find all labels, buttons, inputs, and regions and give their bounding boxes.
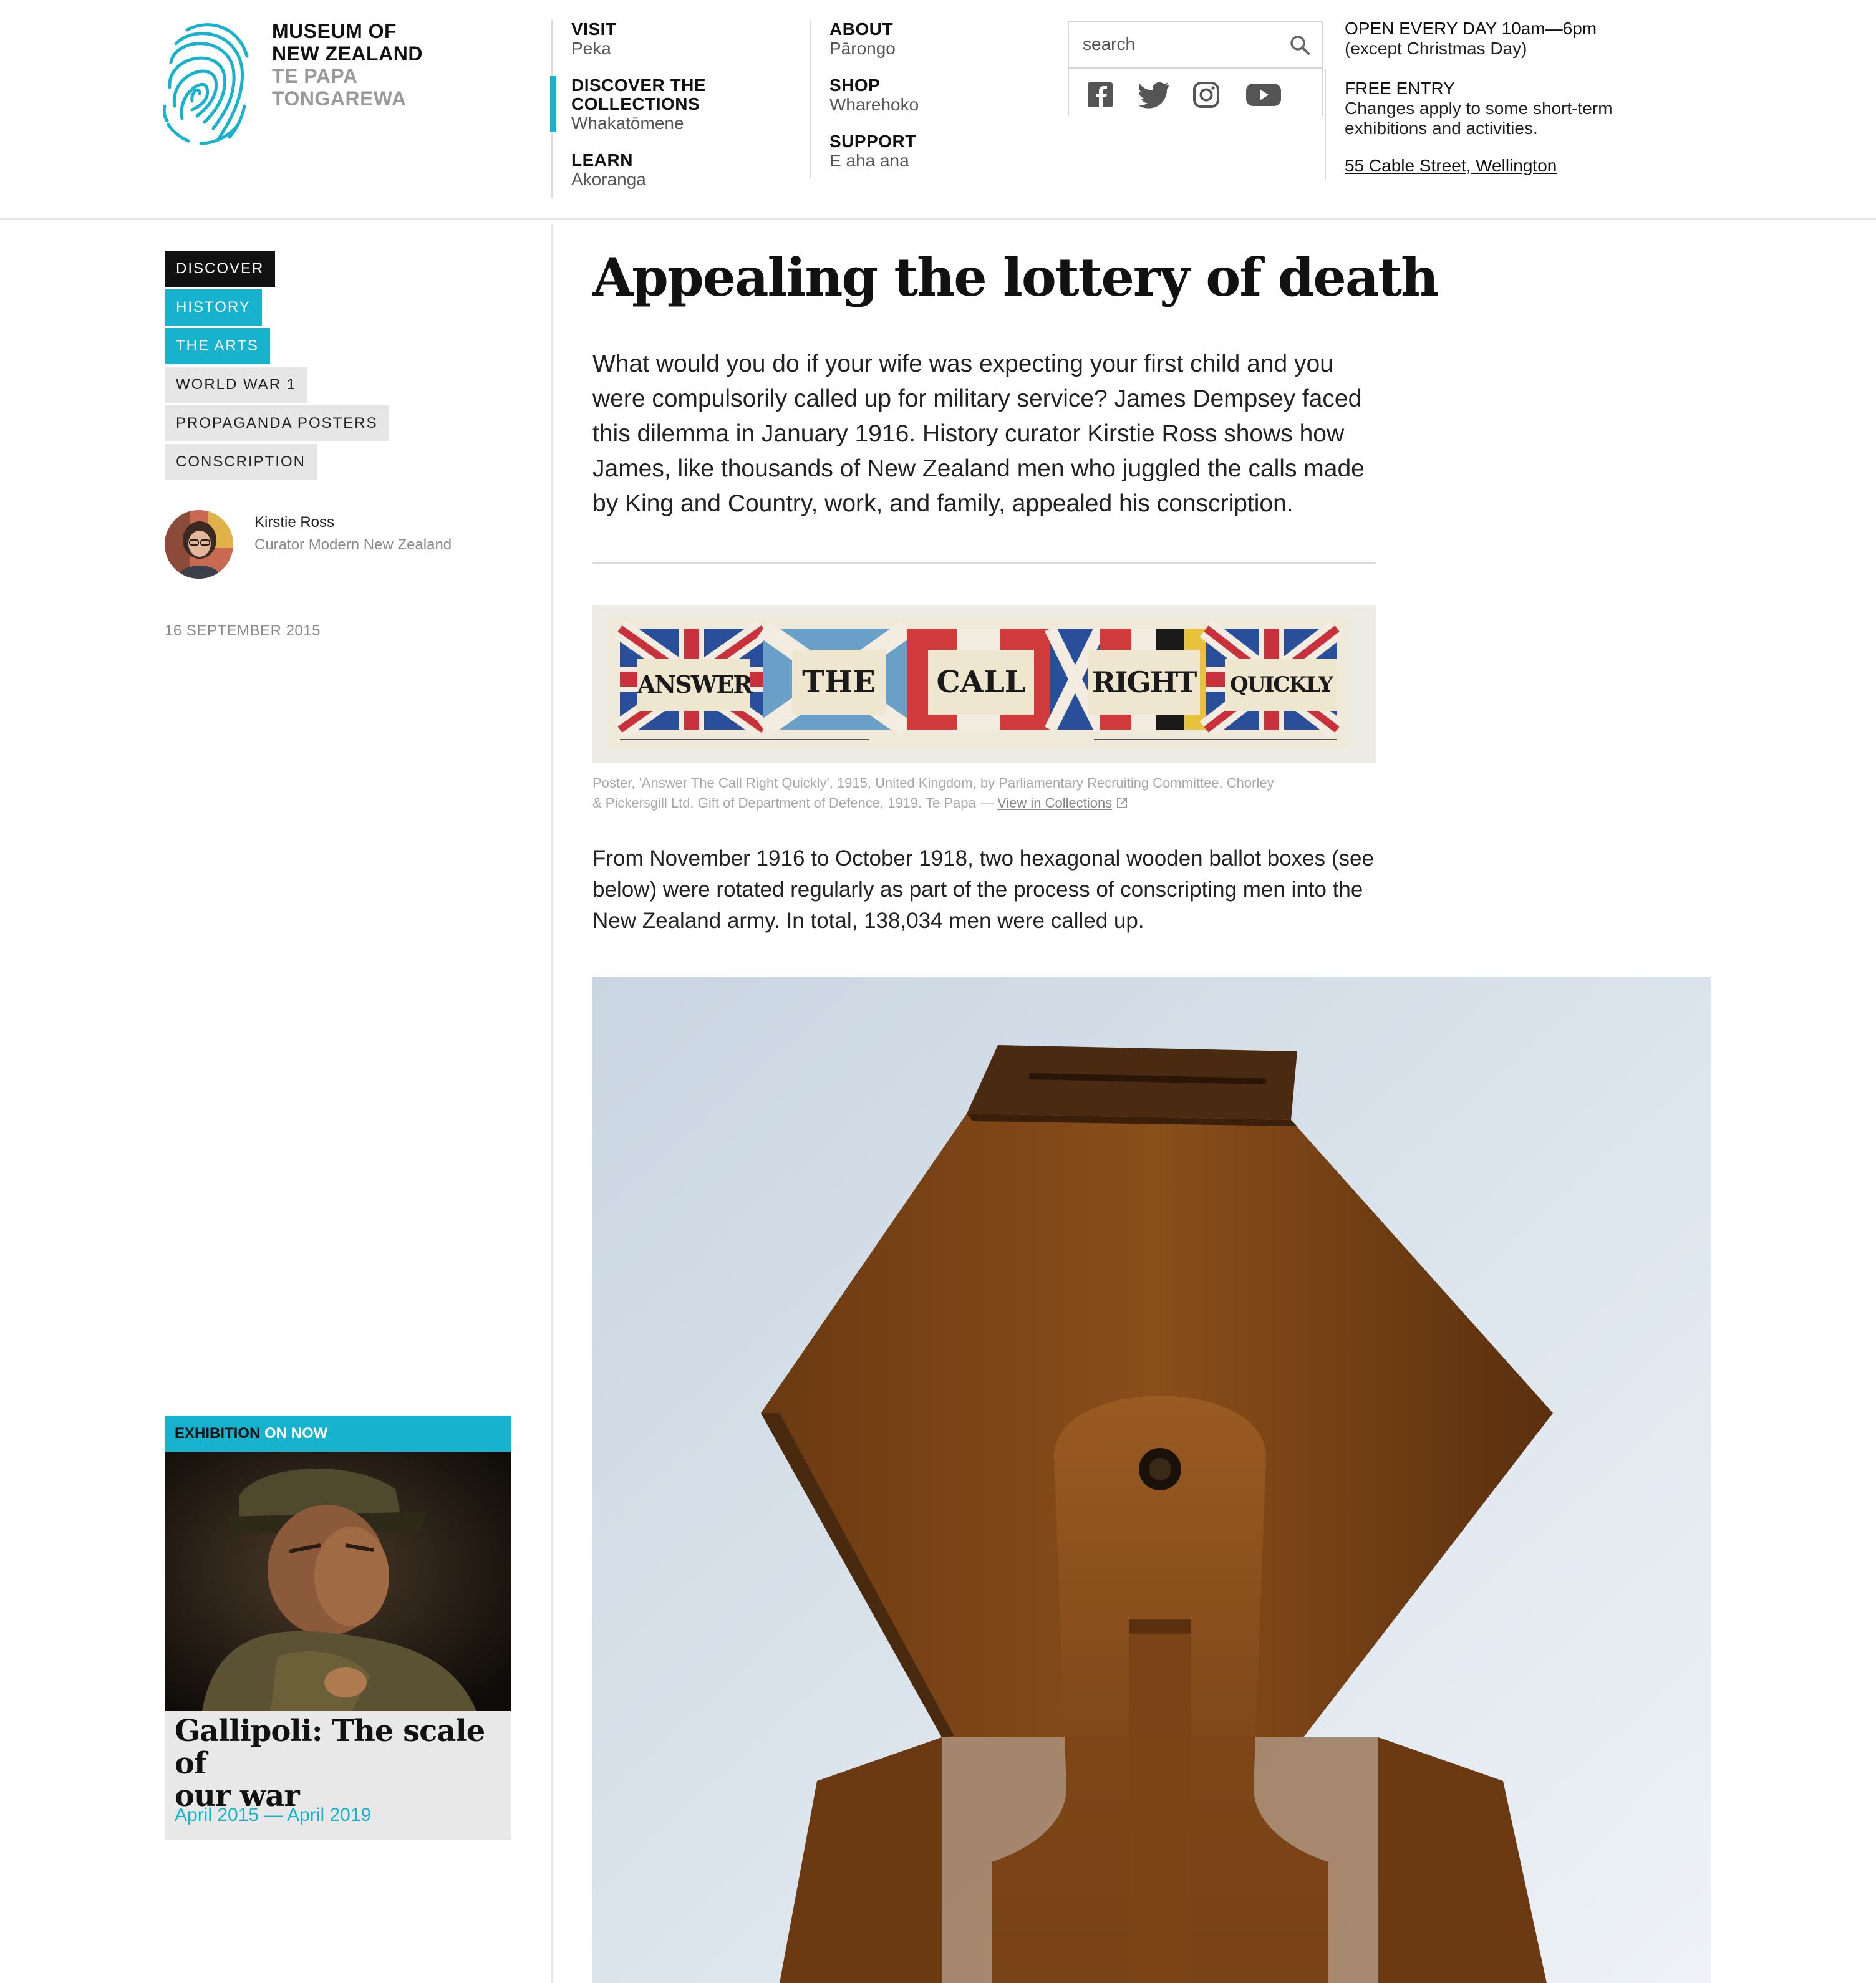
- exhibition-label: EXHIBITION ON NOW: [165, 1416, 511, 1452]
- tag-world-war-1[interactable]: WORLD WAR 1: [165, 367, 308, 403]
- nav-shop[interactable]: SHOP Wharehoko: [829, 76, 919, 115]
- youtube-icon[interactable]: [1245, 81, 1282, 109]
- opening-hours: OPEN EVERY DAY 10am—6pm (except Christma…: [1345, 19, 1597, 59]
- nav-shop-title: SHOP: [829, 75, 881, 95]
- nav-discover-title-2: COLLECTIONS: [571, 94, 700, 113]
- publish-date: 16 SEPTEMBER 2015: [165, 622, 321, 639]
- nav-support-sub: E aha ana: [829, 151, 909, 170]
- caption-line-1: Poster, 'Answer The Call Right Quickly',…: [592, 775, 1274, 791]
- nav-visit-title: VISIT: [571, 19, 617, 39]
- fingerprint-logo-icon[interactable]: [162, 19, 252, 150]
- social-links: [1068, 69, 1323, 116]
- instagram-icon[interactable]: [1192, 81, 1222, 109]
- poster-artwork: ANSWER THE CALL RIGHT QUICKLY: [607, 617, 1350, 750]
- nav-learn-title: LEARN: [571, 150, 633, 170]
- tag-propaganda-posters[interactable]: PROPAGANDA POSTERS: [165, 405, 389, 441]
- nav-learn-sub: Akoranga: [571, 170, 646, 189]
- nav-about-title: ABOUT: [829, 19, 894, 39]
- poster-word-answer: ANSWER: [637, 670, 753, 698]
- article-body-paragraph: From November 1916 to October 1918, two …: [592, 846, 1374, 933]
- article-title: Appealing the lottery of death: [592, 246, 1439, 308]
- twitter-icon[interactable]: [1139, 81, 1169, 109]
- logo-line-4: TONGAREWA: [272, 87, 407, 110]
- nav-visit[interactable]: VISIT Peka: [571, 20, 617, 59]
- entry-info: FREE ENTRY Changes apply to some short-t…: [1345, 79, 1613, 138]
- exhibition-promo-card[interactable]: EXHIBITION ON NOW Gallipoli: The scale o…: [165, 1416, 511, 1840]
- nav-divider: [810, 20, 811, 178]
- logo-wordmark[interactable]: MUSEUM OF NEW ZEALAND TE PAPA TONGAREWA: [272, 20, 459, 110]
- nav-support[interactable]: SUPPORT E aha ana: [829, 132, 916, 171]
- nav-about-sub: Pārongo: [829, 39, 896, 58]
- entry-line-2: exhibitions and activities.: [1345, 118, 1538, 138]
- tag-conscription[interactable]: CONSCRIPTION: [165, 444, 317, 480]
- poster-caption: Poster, 'Answer The Call Right Quickly',…: [592, 773, 1353, 813]
- tag-history[interactable]: HISTORY: [165, 289, 262, 326]
- tag-discover[interactable]: DISCOVER: [165, 251, 276, 287]
- poster-word-quickly: QUICKLY: [1230, 672, 1333, 697]
- ballot-box-photo[interactable]: [592, 977, 1711, 1983]
- nav-discover-sub: Whakatōmene: [571, 113, 684, 133]
- nav-shop-sub: Wharehoko: [829, 95, 919, 114]
- nav-learn[interactable]: LEARN Akoranga: [571, 151, 646, 190]
- entry-title: FREE ENTRY: [1345, 79, 1455, 98]
- article-lead: What would you do if your wife was expec…: [592, 350, 1365, 517]
- author-name[interactable]: Kirstie Ross: [254, 514, 334, 531]
- nav-visit-sub: Peka: [571, 39, 611, 58]
- column-divider: [551, 224, 553, 1983]
- exhibition-title-line-1: Gallipoli: The scale of: [175, 1714, 485, 1781]
- address-link[interactable]: 55 Cable Street, Wellington: [1345, 156, 1557, 175]
- nav-support-title: SUPPORT: [829, 132, 916, 151]
- lead-divider: [592, 562, 1376, 564]
- entry-line-1: Changes apply to some short-term: [1345, 99, 1613, 118]
- caption-line-2: & Pickersgill Ltd. Gift of Department of…: [592, 795, 997, 811]
- nav-active-indicator: [550, 76, 556, 132]
- logo-line-2: NEW ZEALAND: [272, 42, 423, 65]
- nav-discover-collections[interactable]: DISCOVER THE COLLECTIONS Whakatōmene: [571, 76, 706, 133]
- author-role: Curator Modern New Zealand: [254, 536, 452, 553]
- poster-word-the: THE: [802, 665, 876, 700]
- tag-the-arts[interactable]: THE ARTS: [165, 328, 270, 364]
- search-icon[interactable]: [1289, 34, 1311, 56]
- exhibition-image[interactable]: [165, 1452, 511, 1711]
- hours-line-2: (except Christmas Day): [1345, 39, 1527, 58]
- view-in-collections-link[interactable]: View in Collections: [997, 795, 1112, 811]
- poster-word-call: CALL: [936, 665, 1026, 700]
- address: 55 Cable Street, Wellington: [1345, 156, 1557, 176]
- exhibition-label-a: EXHIBITION: [175, 1425, 261, 1442]
- exhibition-label-b: ON NOW: [260, 1425, 328, 1442]
- external-link-icon[interactable]: [1116, 795, 1128, 811]
- nav-discover-title-1: DISCOVER THE: [571, 75, 707, 95]
- header-divider: [0, 218, 1876, 220]
- search-input[interactable]: [1069, 22, 1282, 66]
- author-avatar[interactable]: [165, 510, 233, 579]
- facebook-icon[interactable]: [1085, 81, 1115, 109]
- logo-line-1: MUSEUM OF: [272, 20, 397, 42]
- exhibition-title[interactable]: Gallipoli: The scale of our war: [175, 1715, 499, 1812]
- poster-word-right: RIGHT: [1091, 665, 1197, 699]
- info-divider: [1325, 69, 1326, 181]
- hours-line-1: OPEN EVERY DAY 10am—6pm: [1345, 19, 1597, 38]
- search-box: [1068, 21, 1323, 69]
- logo-line-3: TE PAPA: [272, 65, 358, 87]
- poster-image[interactable]: ANSWER THE CALL RIGHT QUICKLY: [592, 605, 1376, 763]
- nav-about[interactable]: ABOUT Pārongo: [829, 20, 896, 59]
- exhibition-dates: April 2015 — April 2019: [175, 1805, 372, 1825]
